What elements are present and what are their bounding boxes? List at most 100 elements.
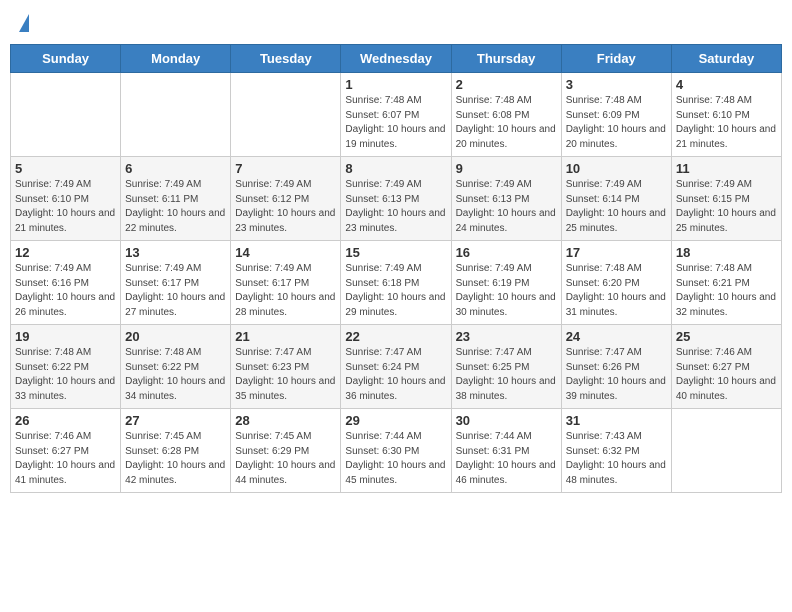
calendar-cell: 17Sunrise: 7:48 AM Sunset: 6:20 PM Dayli… <box>561 241 671 325</box>
calendar-cell <box>671 409 781 493</box>
day-info: Sunrise: 7:49 AM Sunset: 6:13 PM Dayligh… <box>456 178 557 236</box>
day-info: Sunrise: 7:48 AM Sunset: 6:21 PM Dayligh… <box>676 262 777 320</box>
day-info: Sunrise: 7:45 AM Sunset: 6:28 PM Dayligh… <box>125 430 226 488</box>
calendar-cell: 1 Sunrise: 7:48 AM Sunset: 6:07 PM Daylig… <box>341 73 451 157</box>
day-info: Sunrise: 7:48 AM Sunset: 6:10 PM Dayligh… <box>676 94 777 152</box>
day-of-week-header: Monday <box>121 45 231 73</box>
calendar-cell: 25 Sunrise: 7:46 AM Sunset: 6:27 PM Dayli… <box>671 325 781 409</box>
calendar-cell: 29Sunrise: 7:44 AM Sunset: 6:30 PM Dayli… <box>341 409 451 493</box>
calendar-week-row: 5 Sunrise: 7:49 AM Sunset: 6:10 PM Daylig… <box>11 157 782 241</box>
day-number: 20 <box>125 329 226 344</box>
calendar-cell: 11 Sunrise: 7:49 AM Sunset: 6:15 PM Dayli… <box>671 157 781 241</box>
day-number: 10 <box>566 161 667 176</box>
day-info: Sunrise: 7:49 AM Sunset: 6:15 PM Dayligh… <box>676 178 777 236</box>
calendar-cell <box>231 73 341 157</box>
day-info: Sunrise: 7:49 AM Sunset: 6:10 PM Dayligh… <box>15 178 116 236</box>
day-info: Sunrise: 7:48 AM Sunset: 6:09 PM Dayligh… <box>566 94 667 152</box>
day-number: 3 <box>566 77 667 92</box>
day-number: 26 <box>15 413 116 428</box>
calendar-cell: 26 Sunrise: 7:46 AM Sunset: 6:27 PM Dayli… <box>11 409 121 493</box>
calendar-cell: 13 Sunrise: 7:49 AM Sunset: 6:17 PM Dayli… <box>121 241 231 325</box>
calendar-cell: 21 Sunrise: 7:47 AM Sunset: 6:23 PM Dayli… <box>231 325 341 409</box>
calendar-cell: 31Sunrise: 7:43 AM Sunset: 6:32 PM Dayli… <box>561 409 671 493</box>
day-number: 31 <box>566 413 667 428</box>
calendar-cell: 8 Sunrise: 7:49 AM Sunset: 6:13 PM Daylig… <box>341 157 451 241</box>
calendar-cell: 19 Sunrise: 7:48 AM Sunset: 6:22 PM Dayli… <box>11 325 121 409</box>
calendar-cell: 30 Sunrise: 7:44 AM Sunset: 6:31 PM Dayli… <box>451 409 561 493</box>
day-number: 9 <box>456 161 557 176</box>
calendar-cell: 23 Sunrise: 7:47 AM Sunset: 6:25 PM Dayli… <box>451 325 561 409</box>
day-info: Sunrise: 7:49 AM Sunset: 6:17 PM Dayligh… <box>125 262 226 320</box>
day-info: Sunrise: 7:46 AM Sunset: 6:27 PM Dayligh… <box>15 430 116 488</box>
calendar-cell: 27 Sunrise: 7:45 AM Sunset: 6:28 PM Dayli… <box>121 409 231 493</box>
day-number: 18 <box>676 245 777 260</box>
calendar-cell: 15Sunrise: 7:49 AM Sunset: 6:18 PM Dayli… <box>341 241 451 325</box>
day-number: 17 <box>566 245 667 260</box>
day-info: Sunrise: 7:47 AM Sunset: 6:25 PM Dayligh… <box>456 346 557 404</box>
calendar-cell: 7 Sunrise: 7:49 AM Sunset: 6:12 PM Daylig… <box>231 157 341 241</box>
calendar-cell: 18 Sunrise: 7:48 AM Sunset: 6:21 PM Dayli… <box>671 241 781 325</box>
calendar-cell: 22Sunrise: 7:47 AM Sunset: 6:24 PM Dayli… <box>341 325 451 409</box>
calendar-cell: 6Sunrise: 7:49 AM Sunset: 6:11 PM Daylig… <box>121 157 231 241</box>
day-number: 30 <box>456 413 557 428</box>
day-info: Sunrise: 7:49 AM Sunset: 6:16 PM Dayligh… <box>15 262 116 320</box>
calendar-cell: 28Sunrise: 7:45 AM Sunset: 6:29 PM Dayli… <box>231 409 341 493</box>
day-info: Sunrise: 7:47 AM Sunset: 6:23 PM Dayligh… <box>235 346 336 404</box>
day-number: 11 <box>676 161 777 176</box>
calendar-header-row: SundayMondayTuesdayWednesdayThursdayFrid… <box>11 45 782 73</box>
day-info: Sunrise: 7:48 AM Sunset: 6:07 PM Dayligh… <box>345 94 446 152</box>
day-info: Sunrise: 7:47 AM Sunset: 6:26 PM Dayligh… <box>566 346 667 404</box>
calendar-cell <box>11 73 121 157</box>
day-number: 12 <box>15 245 116 260</box>
day-info: Sunrise: 7:48 AM Sunset: 6:22 PM Dayligh… <box>125 346 226 404</box>
calendar-cell: 3 Sunrise: 7:48 AM Sunset: 6:09 PM Daylig… <box>561 73 671 157</box>
day-of-week-header: Saturday <box>671 45 781 73</box>
calendar-cell: 14Sunrise: 7:49 AM Sunset: 6:17 PM Dayli… <box>231 241 341 325</box>
day-number: 19 <box>15 329 116 344</box>
day-number: 25 <box>676 329 777 344</box>
calendar-cell: 2 Sunrise: 7:48 AM Sunset: 6:08 PM Daylig… <box>451 73 561 157</box>
day-of-week-header: Friday <box>561 45 671 73</box>
day-number: 1 <box>345 77 446 92</box>
calendar-week-row: 19 Sunrise: 7:48 AM Sunset: 6:22 PM Dayli… <box>11 325 782 409</box>
page-header <box>10 10 782 36</box>
day-number: 7 <box>235 161 336 176</box>
day-number: 21 <box>235 329 336 344</box>
day-number: 6 <box>125 161 226 176</box>
day-number: 13 <box>125 245 226 260</box>
day-of-week-header: Tuesday <box>231 45 341 73</box>
day-of-week-header: Wednesday <box>341 45 451 73</box>
day-info: Sunrise: 7:49 AM Sunset: 6:18 PM Dayligh… <box>345 262 446 320</box>
calendar-cell: 12 Sunrise: 7:49 AM Sunset: 6:16 PM Dayli… <box>11 241 121 325</box>
day-info: Sunrise: 7:44 AM Sunset: 6:31 PM Dayligh… <box>456 430 557 488</box>
day-info: Sunrise: 7:49 AM Sunset: 6:14 PM Dayligh… <box>566 178 667 236</box>
day-info: Sunrise: 7:49 AM Sunset: 6:12 PM Dayligh… <box>235 178 336 236</box>
day-number: 5 <box>15 161 116 176</box>
calendar-cell: 20 Sunrise: 7:48 AM Sunset: 6:22 PM Dayli… <box>121 325 231 409</box>
calendar-cell: 16 Sunrise: 7:49 AM Sunset: 6:19 PM Dayli… <box>451 241 561 325</box>
calendar-cell: 10 Sunrise: 7:49 AM Sunset: 6:14 PM Dayli… <box>561 157 671 241</box>
day-of-week-header: Thursday <box>451 45 561 73</box>
day-info: Sunrise: 7:47 AM Sunset: 6:24 PM Dayligh… <box>345 346 446 404</box>
day-number: 4 <box>676 77 777 92</box>
day-number: 27 <box>125 413 226 428</box>
calendar-cell <box>121 73 231 157</box>
calendar-table: SundayMondayTuesdayWednesdayThursdayFrid… <box>10 44 782 493</box>
day-info: Sunrise: 7:49 AM Sunset: 6:13 PM Dayligh… <box>345 178 446 236</box>
day-number: 2 <box>456 77 557 92</box>
calendar-week-row: 26 Sunrise: 7:46 AM Sunset: 6:27 PM Dayli… <box>11 409 782 493</box>
calendar-cell: 5 Sunrise: 7:49 AM Sunset: 6:10 PM Daylig… <box>11 157 121 241</box>
day-info: Sunrise: 7:48 AM Sunset: 6:08 PM Dayligh… <box>456 94 557 152</box>
calendar-week-row: 12 Sunrise: 7:49 AM Sunset: 6:16 PM Dayli… <box>11 241 782 325</box>
day-number: 28 <box>235 413 336 428</box>
day-number: 23 <box>456 329 557 344</box>
day-info: Sunrise: 7:44 AM Sunset: 6:30 PM Dayligh… <box>345 430 446 488</box>
day-info: Sunrise: 7:49 AM Sunset: 6:19 PM Dayligh… <box>456 262 557 320</box>
day-info: Sunrise: 7:48 AM Sunset: 6:22 PM Dayligh… <box>15 346 116 404</box>
day-number: 14 <box>235 245 336 260</box>
calendar-cell: 24Sunrise: 7:47 AM Sunset: 6:26 PM Dayli… <box>561 325 671 409</box>
day-info: Sunrise: 7:46 AM Sunset: 6:27 PM Dayligh… <box>676 346 777 404</box>
day-number: 16 <box>456 245 557 260</box>
day-number: 8 <box>345 161 446 176</box>
calendar-cell: 9 Sunrise: 7:49 AM Sunset: 6:13 PM Daylig… <box>451 157 561 241</box>
